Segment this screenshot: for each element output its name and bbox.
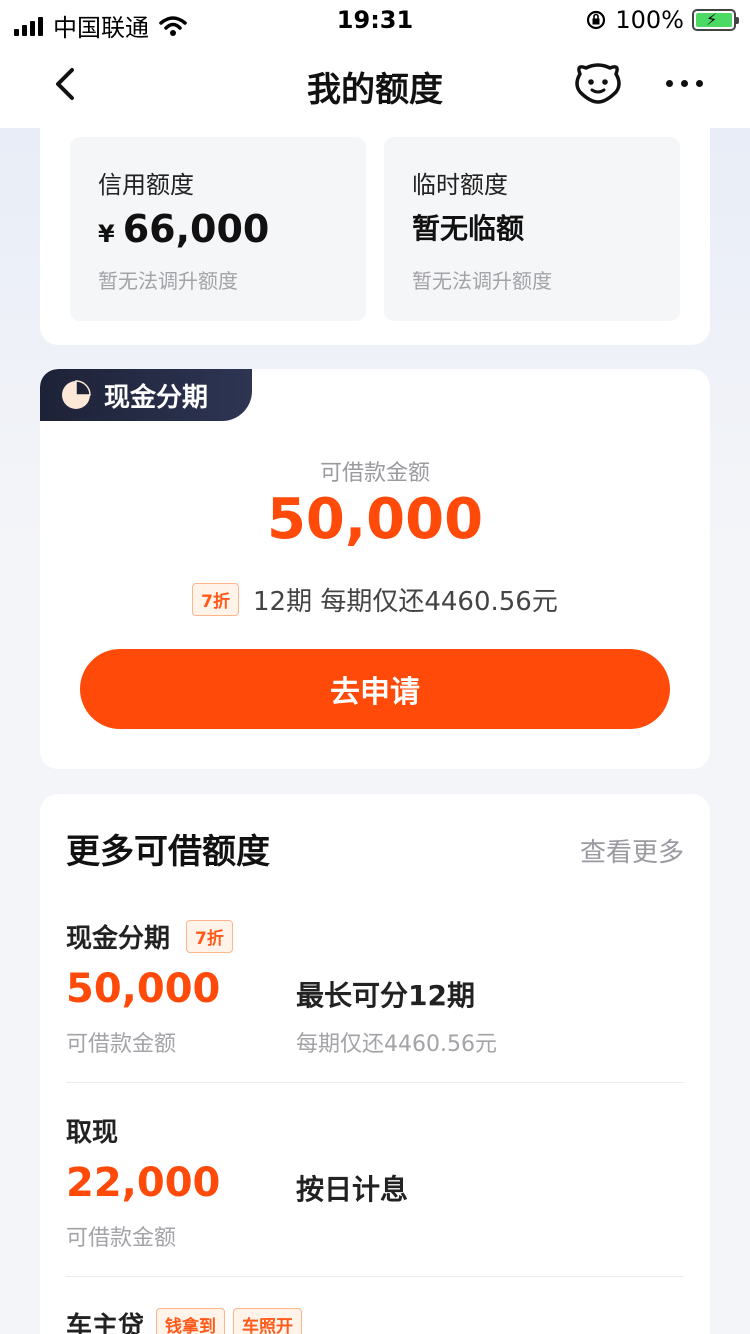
temp-quota-hint: 暂无法调升额度 (412, 269, 552, 293)
list-item-cash-withdrawal[interactable]: 取现 22,000 可借款金额 按日计息 (66, 1112, 684, 1277)
apply-button[interactable]: 去申请 (80, 649, 670, 729)
credit-quota-value: 66,000 (122, 207, 270, 251)
discount-badge: 7折 (192, 583, 239, 616)
borrowable-amount-label: 可借款金额 (319, 461, 430, 486)
item-name-row: 取现 (66, 1112, 118, 1149)
item-amount-label: 可借款金额 (66, 1032, 177, 1057)
divider (66, 1276, 684, 1277)
discount-badge: 7折 (186, 920, 233, 953)
cash-installment-tag: 现金分期 (40, 369, 252, 421)
item-name-row: 现金分期 7折 (66, 918, 233, 955)
feature-badge: 钱拿到 (156, 1308, 226, 1334)
item-name: 现金分期 (66, 924, 171, 954)
more-options-icon[interactable] (666, 80, 703, 87)
view-more-link[interactable]: 查看更多 (580, 832, 684, 869)
status-bar: 中国联通 19:31 100% ⚡ (0, 0, 750, 42)
credit-quota-label: 信用额度 (98, 171, 194, 199)
more-quota-card: 更多可借额度 查看更多 现金分期 7折 50,000 可借款金额 最长可分12期… (40, 794, 710, 1334)
item-name: 车主贷 (66, 1312, 145, 1334)
temp-quota-label: 临时额度 (412, 171, 508, 199)
credit-quota-amount: ¥66,000 (98, 207, 269, 251)
borrowable-amount: 50,000 (266, 487, 484, 552)
list-item-cash-installment[interactable]: 现金分期 7折 50,000 可借款金额 最长可分12期 每期仅还4460.56… (66, 918, 684, 1083)
customer-service-icon[interactable] (572, 60, 624, 106)
feature-badge: 车照开 (233, 1308, 303, 1334)
item-name-row: 车主贷 钱拿到 车照开 (66, 1306, 303, 1334)
page-title: 我的额度 (307, 70, 443, 110)
quota-card: 信用额度 ¥66,000 暂无法调升额度 临时额度 暂无临额 暂无法调升额度 (40, 110, 710, 345)
status-right: 100% ⚡ (585, 6, 739, 34)
cash-installment-card: 现金分期 可借款金额 50,000 7折 12期 每期仅还4460.56元 去申… (40, 369, 710, 769)
temp-quota-value: 暂无临额 (412, 212, 525, 245)
credit-quota-hint: 暂无法调升额度 (98, 269, 238, 293)
pie-chart-icon (62, 380, 91, 409)
item-desc-sub: 每期仅还4460.56元 (296, 1032, 497, 1057)
cash-installment-tag-label: 现金分期 (104, 382, 209, 413)
item-desc: 按日计息 (296, 1173, 409, 1206)
item-amount-label: 可借款金额 (66, 1226, 177, 1251)
more-quota-title: 更多可借额度 (66, 832, 270, 872)
list-item-car-owner-loan[interactable]: 车主贷 钱拿到 车照开 (66, 1306, 684, 1334)
item-name: 取现 (66, 1118, 119, 1148)
rotation-lock-icon (587, 10, 606, 30)
battery-icon: ⚡ (692, 9, 739, 31)
installment-plan-line: 7折 12期 每期仅还4460.56元 (40, 581, 710, 618)
item-amount: 22,000 (66, 1160, 221, 1206)
currency-symbol: ¥ (98, 220, 115, 248)
temp-quota-box: 临时额度 暂无临额 暂无法调升额度 (384, 137, 680, 321)
item-amount: 50,000 (66, 966, 221, 1012)
divider (66, 1082, 684, 1083)
installment-plan-text: 12期 每期仅还4460.56元 (252, 587, 558, 617)
item-desc: 最长可分12期 (296, 979, 475, 1012)
battery-percent: 100% (615, 6, 684, 34)
credit-quota-box: 信用额度 ¥66,000 暂无法调升额度 (70, 137, 366, 321)
